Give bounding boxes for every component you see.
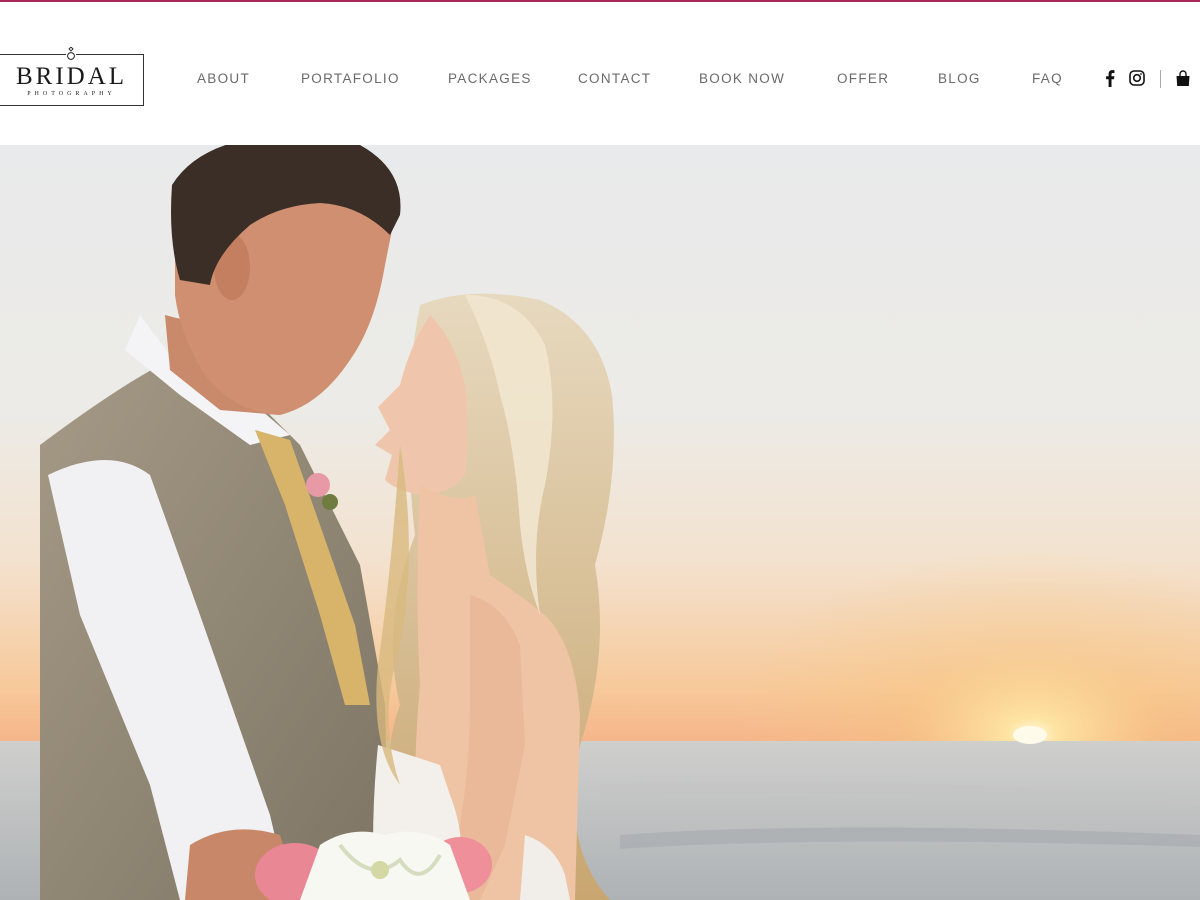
- hero-photo: [0, 145, 1200, 900]
- facebook-icon[interactable]: [1101, 66, 1119, 90]
- social-links: [0, 66, 1200, 90]
- site-header: BRIDAL PHOTOGRAPHY ABOUT PORTAFOLIO PACK…: [0, 2, 1200, 145]
- shopping-bag-icon[interactable]: [1174, 66, 1192, 90]
- diamond-ring-icon: [66, 47, 76, 61]
- header-divider: [1160, 70, 1161, 88]
- hero-image: [0, 145, 1200, 900]
- brand-tagline: PHOTOGRAPHY: [27, 91, 116, 97]
- instagram-icon[interactable]: [1128, 66, 1146, 90]
